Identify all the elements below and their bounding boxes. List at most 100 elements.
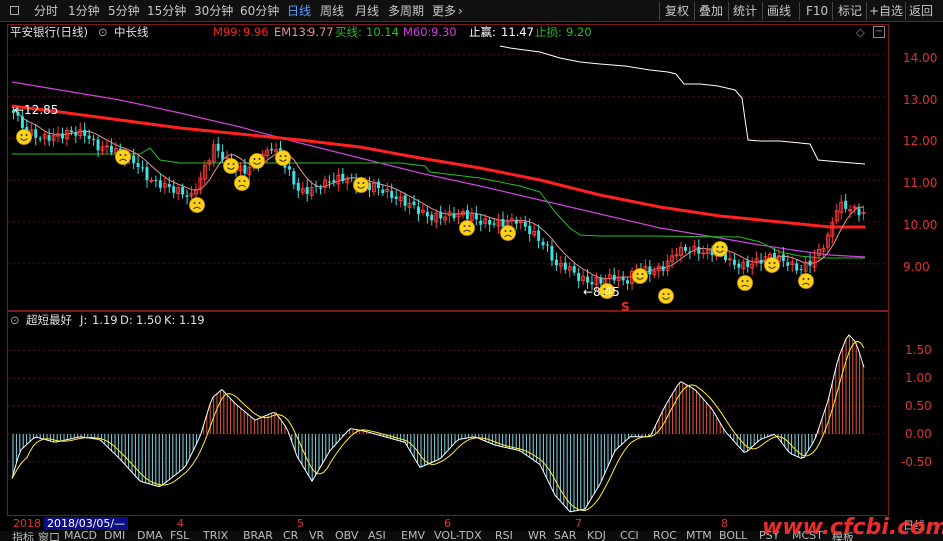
candle-body	[390, 191, 394, 199]
candle-body	[528, 225, 532, 235]
candlestick-chart[interactable]: ←12.85 ←8.45 S	[0, 0, 943, 541]
smile-icon	[16, 129, 32, 145]
face-eye	[232, 163, 235, 165]
indicator-tab[interactable]: KDJ	[587, 531, 606, 541]
indicator-tab[interactable]: BRAR	[243, 531, 273, 541]
indicator-tab[interactable]: DMI	[104, 531, 125, 541]
candle-body	[185, 195, 189, 197]
frown-icon	[234, 175, 250, 191]
candle-body	[172, 186, 176, 193]
m60-line	[11, 81, 866, 258]
frown-icon	[798, 273, 814, 289]
candle-body	[167, 184, 171, 187]
candle-body	[83, 129, 87, 136]
watermark-text: www.cfcbi.com	[762, 515, 943, 540]
candle-body	[572, 266, 576, 273]
face-eye	[716, 246, 719, 248]
oscillator-bars	[12, 335, 864, 512]
month-label: 6	[444, 517, 451, 530]
candle-body	[546, 244, 549, 246]
indicator-tab[interactable]: FSL	[170, 531, 189, 541]
candle-body	[341, 173, 345, 182]
indicator-tab[interactable]: 窗口	[38, 531, 60, 541]
candle-body	[87, 135, 91, 139]
month-label: 7	[575, 517, 582, 530]
candle-body	[394, 196, 398, 200]
candle-body	[332, 180, 336, 183]
indicator-tab[interactable]: VR	[309, 531, 324, 541]
candle-body	[648, 266, 652, 275]
face-eye	[193, 202, 196, 204]
month-label: 4	[177, 517, 184, 530]
candle-body	[314, 185, 318, 187]
indicator-tab[interactable]: BOLL	[719, 531, 747, 541]
face-eye	[227, 163, 230, 165]
indicator-tab[interactable]: 指标	[12, 531, 34, 541]
candle-body	[465, 210, 469, 220]
face-eye	[741, 280, 744, 282]
em13-line	[11, 106, 865, 280]
face-eye	[504, 230, 507, 232]
candle-body	[136, 162, 140, 168]
candle-body	[425, 211, 429, 217]
face-eye	[25, 134, 28, 136]
face-eye	[509, 230, 512, 232]
indicator-tab[interactable]: TRIX	[203, 531, 228, 541]
m99-line	[11, 104, 865, 229]
candle-body	[381, 189, 385, 194]
k-line	[11, 334, 865, 513]
face-eye	[119, 154, 122, 156]
candle-body	[292, 171, 296, 185]
candle-body	[857, 208, 861, 216]
frown-icon	[459, 220, 475, 236]
d-line	[11, 340, 865, 511]
candle-body	[523, 221, 527, 227]
face-eye	[662, 293, 665, 295]
candle-body	[132, 155, 136, 164]
indicator-tab[interactable]: MACD	[64, 531, 97, 541]
indicator-tab[interactable]: ASI	[368, 531, 386, 541]
candle-body	[158, 180, 162, 188]
candle-body	[270, 148, 274, 151]
candle-body	[781, 254, 785, 261]
face-eye	[641, 273, 644, 275]
low-price-annotation: ←8.45	[583, 285, 620, 299]
face-eye	[258, 158, 261, 160]
candle-body	[403, 195, 407, 206]
indicator-tab[interactable]: OBV	[335, 531, 358, 541]
indicator-tab[interactable]: DMA	[137, 531, 163, 541]
candle-body	[514, 219, 518, 224]
smile-icon	[249, 153, 265, 169]
indicator-tab[interactable]: CCI	[620, 531, 639, 541]
candle-body	[296, 182, 300, 191]
face-eye	[802, 278, 805, 280]
indicator-tab[interactable]: WR	[528, 531, 547, 541]
candle-body	[541, 241, 545, 246]
candle-body	[626, 280, 630, 284]
indicator-tab[interactable]: VOL-TDX	[434, 531, 482, 541]
month-label: 8	[721, 517, 728, 530]
indicator-tab[interactable]: EMV	[401, 531, 425, 541]
indicator-tab[interactable]: SAR	[554, 531, 576, 541]
candle-body	[697, 246, 701, 254]
candle-body	[786, 262, 790, 266]
indicator-tab[interactable]: CR	[283, 531, 298, 541]
candle-body	[799, 269, 803, 271]
indicator-tab[interactable]: RSI	[495, 531, 513, 541]
face-eye	[807, 278, 810, 280]
candle-body	[376, 181, 380, 188]
candle-body	[732, 259, 736, 265]
candle-body	[350, 177, 354, 179]
candle-body	[319, 187, 323, 189]
candle-body	[661, 266, 665, 271]
candle-body	[221, 151, 225, 160]
candle-body	[688, 251, 692, 253]
indicator-tab[interactable]: ROC	[653, 531, 677, 541]
smile-icon	[658, 288, 674, 304]
face-eye	[284, 155, 287, 157]
smile-icon	[632, 268, 648, 284]
candle-body	[243, 165, 247, 174]
candle-body	[60, 133, 64, 139]
candle-body	[808, 260, 812, 266]
indicator-tab[interactable]: MTM	[686, 531, 712, 541]
